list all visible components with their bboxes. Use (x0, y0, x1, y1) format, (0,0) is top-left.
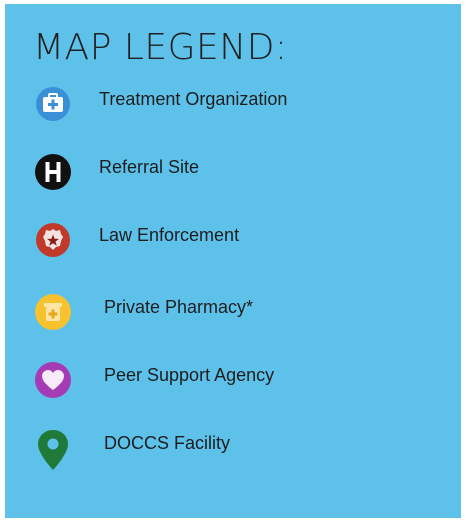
legend-label-referral-site: Referral Site (99, 157, 200, 177)
map-legend-panel: MAP LEGEND: Treatment Organization Refer… (5, 4, 461, 518)
medical-briefcase-icon (33, 84, 73, 124)
legend-item-peer-support-agency: Peer Support Agency (33, 360, 453, 400)
legend-label-private-pharmacy: Private Pharmacy* (104, 297, 254, 317)
pharmacy-mortar-icon (33, 292, 73, 332)
legend-item-treatment-organization: Treatment Organization (33, 84, 453, 124)
legend-item-doccs-facility: DOCCS Facility (33, 428, 453, 470)
legend-label-doccs-facility: DOCCS Facility (104, 433, 231, 453)
legend-label-peer-support-agency: Peer Support Agency (104, 365, 275, 385)
legend-label-treatment-organization: Treatment Organization (99, 89, 288, 109)
heart-icon (33, 360, 73, 400)
police-badge-icon (33, 220, 73, 260)
legend-label-law-enforcement: Law Enforcement (99, 225, 240, 245)
map-pin-icon (33, 428, 73, 470)
legend-item-private-pharmacy: Private Pharmacy* (33, 292, 453, 332)
hospital-h-icon (33, 152, 73, 192)
legend-item-law-enforcement: Law Enforcement (33, 220, 453, 260)
legend-item-referral-site: Referral Site (33, 152, 453, 192)
legend-title: MAP LEGEND: (33, 27, 288, 68)
